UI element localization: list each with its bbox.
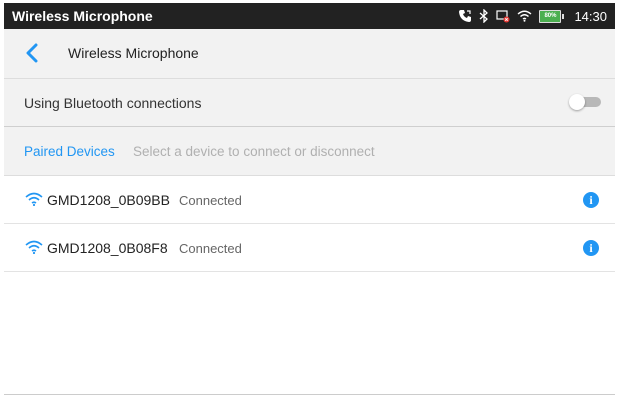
info-icon[interactable]: i bbox=[583, 192, 599, 208]
bluetooth-toggle[interactable] bbox=[569, 94, 603, 110]
device-list: GMD1208_0B09BB Connected i GMD1208_0B08F… bbox=[4, 176, 615, 395]
device-status: Connected bbox=[179, 241, 242, 256]
app-bar: Wireless Microphone bbox=[4, 29, 615, 79]
wifi-signal-icon bbox=[25, 240, 43, 255]
device-row[interactable]: GMD1208_0B08F8 Connected i bbox=[4, 224, 615, 272]
status-bar: Wireless Microphone 80% 14:30 bbox=[4, 3, 615, 29]
page-title: Wireless Microphone bbox=[68, 45, 199, 61]
device-row[interactable]: GMD1208_0B09BB Connected i bbox=[4, 176, 615, 224]
call-forward-icon bbox=[458, 9, 472, 23]
battery-icon: 80% bbox=[539, 9, 565, 23]
wifi-signal-icon bbox=[25, 192, 43, 207]
wifi-icon bbox=[517, 10, 532, 22]
device-name: GMD1208_0B08F8 bbox=[47, 240, 168, 256]
chevron-left-icon[interactable] bbox=[24, 43, 42, 63]
paired-devices-header: Paired Devices Select a device to connec… bbox=[4, 127, 615, 176]
device-status: Connected bbox=[179, 193, 242, 208]
status-icons: 80% 14:30 bbox=[458, 6, 607, 26]
toggle-thumb bbox=[569, 94, 585, 110]
status-bar-title: Wireless Microphone bbox=[12, 8, 153, 24]
paired-devices-hint: Select a device to connect or disconnect bbox=[133, 144, 375, 159]
clock: 14:30 bbox=[574, 8, 607, 24]
bluetooth-icon bbox=[479, 9, 489, 23]
tab-paired-devices[interactable]: Paired Devices bbox=[24, 144, 115, 159]
screen-error-icon bbox=[496, 9, 510, 23]
device-name: GMD1208_0B09BB bbox=[47, 192, 170, 208]
info-icon[interactable]: i bbox=[583, 240, 599, 256]
bluetooth-setting-row[interactable]: Using Bluetooth connections bbox=[4, 79, 615, 127]
bluetooth-setting-label: Using Bluetooth connections bbox=[24, 95, 202, 111]
